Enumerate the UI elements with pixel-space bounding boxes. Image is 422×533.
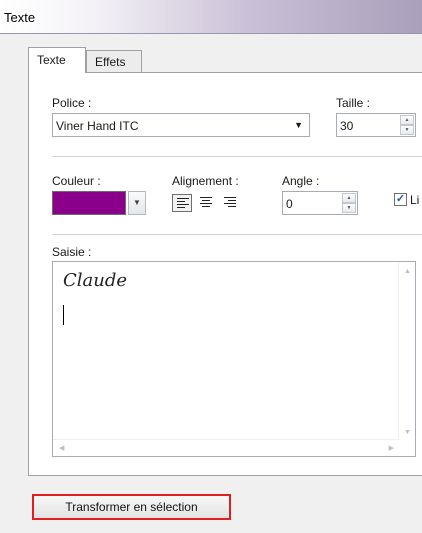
spin-up-icon[interactable]: ▲ [400, 115, 414, 125]
scroll-left-icon[interactable]: ◀ [59, 444, 64, 452]
color-label: Couleur : [52, 174, 101, 188]
text-caret [63, 305, 64, 325]
spin-down-icon[interactable]: ▼ [400, 125, 414, 135]
spin-down-icon[interactable]: ▼ [342, 203, 356, 213]
entry-text: Claude [63, 270, 128, 291]
checkmark-icon: ✓ [395, 193, 406, 205]
scroll-down-icon[interactable]: ▼ [404, 429, 411, 436]
text-entry[interactable]: Claude ▲ ▼ ◀ ▶ [52, 261, 416, 457]
scroll-up-icon[interactable]: ▲ [404, 268, 411, 275]
size-value: 30 [340, 119, 354, 133]
entry-label: Saisie : [52, 245, 92, 259]
align-left-button[interactable] [172, 194, 192, 212]
tab-texte-label: Texte [37, 53, 66, 67]
angle-spinner[interactable]: 0 ▲ ▼ [282, 191, 358, 215]
angle-label: Angle : [282, 174, 320, 188]
font-label: Police : [52, 96, 92, 110]
title-bar: Texte [0, 0, 422, 34]
option-checkbox[interactable]: ✓ [394, 193, 407, 206]
align-center-button[interactable] [196, 194, 216, 212]
color-picker[interactable]: ▼ [52, 191, 146, 215]
size-spinner[interactable]: 30 ▲ ▼ [336, 113, 416, 137]
divider [52, 156, 422, 157]
align-center-icon [200, 197, 212, 209]
align-right-button[interactable] [220, 194, 240, 212]
divider [52, 234, 422, 235]
window-title: Texte [4, 10, 36, 25]
spin-up-icon[interactable]: ▲ [342, 193, 356, 203]
font-value: Viner Hand ITC [56, 119, 139, 133]
color-swatch[interactable] [52, 191, 126, 215]
transform-to-selection-button[interactable]: Transformer en sélection [32, 494, 231, 520]
transform-button-label: Transformer en sélection [65, 500, 198, 514]
tab-texte[interactable]: Texte [28, 47, 86, 73]
horizontal-scrollbar[interactable]: ◀ ▶ [53, 439, 400, 456]
tab-effets[interactable]: Effets [86, 50, 142, 72]
chevron-down-icon: ▼ [294, 120, 303, 130]
checkbox-label: Li [410, 193, 420, 207]
scroll-right-icon[interactable]: ▶ [389, 444, 394, 452]
align-right-icon [224, 197, 236, 209]
alignment-label: Alignement : [172, 174, 239, 188]
vertical-scrollbar[interactable]: ▲ ▼ [398, 262, 415, 440]
font-select[interactable]: Viner Hand ITC ▼ [52, 113, 310, 137]
align-left-icon [177, 198, 189, 210]
angle-value: 0 [286, 197, 293, 211]
tab-effets-label: Effets [95, 55, 126, 69]
size-label: Taille : [336, 96, 371, 110]
chevron-down-icon[interactable]: ▼ [128, 191, 146, 215]
